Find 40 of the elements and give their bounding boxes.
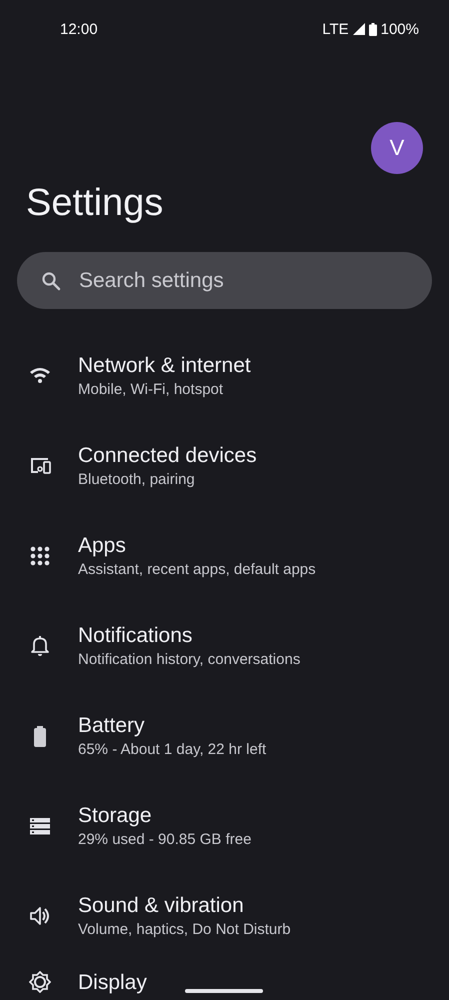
speaker-icon bbox=[29, 905, 51, 927]
avatar[interactable]: V bbox=[371, 122, 423, 174]
item-subtitle: Bluetooth, pairing bbox=[78, 471, 196, 488]
item-subtitle: 29% used - 90.85 GB free bbox=[78, 831, 252, 848]
item-subtitle: Volume, haptics, Do Not Disturb bbox=[78, 921, 291, 938]
item-title: Connected devices bbox=[78, 444, 257, 468]
item-title: Display bbox=[78, 971, 147, 995]
settings-item[interactable]: Display bbox=[0, 961, 449, 1000]
signal-icon bbox=[352, 23, 365, 35]
network-type: LTE bbox=[322, 20, 349, 38]
item-title: Storage bbox=[78, 804, 153, 828]
settings-item[interactable]: Apps Assistant, recent apps, default apps bbox=[0, 511, 449, 601]
apps-grid-icon bbox=[29, 545, 51, 567]
settings-item[interactable]: Notifications Notification history, conversations bbox=[0, 601, 449, 691]
item-title: Network & internet bbox=[78, 354, 251, 378]
item-title: Battery bbox=[78, 714, 146, 738]
settings-item[interactable]: Sound & vibration Volume, haptics, Do Not Disturb bbox=[0, 871, 449, 961]
settings-item[interactable]: Network & internet Mobile, Wi-Fi, hotspot bbox=[0, 331, 449, 421]
settings-item[interactable]: Connected devices Bluetooth, pairing bbox=[0, 421, 449, 511]
item-title: Sound & vibration bbox=[78, 894, 245, 918]
search-bar[interactable]: Search settings bbox=[17, 252, 432, 309]
search-field[interactable]: Search settings bbox=[77, 268, 432, 294]
item-subtitle: Assistant, recent apps, default apps bbox=[78, 561, 316, 578]
home-indicator[interactable] bbox=[185, 989, 263, 993]
bell-icon bbox=[29, 635, 51, 657]
item-subtitle: Mobile, Wi-Fi, hotspot bbox=[78, 381, 224, 398]
settings-item[interactable]: Battery 65% - About 1 day, 22 hr left bbox=[0, 691, 449, 781]
item-subtitle: Notification history, conversations bbox=[78, 651, 300, 668]
devices-icon bbox=[29, 455, 51, 477]
item-title: Apps bbox=[78, 534, 127, 558]
item-subtitle: 65% - About 1 day, 22 hr left bbox=[78, 741, 266, 758]
page-title: Settings bbox=[26, 181, 164, 226]
storage-icon bbox=[29, 815, 51, 837]
item-title: Notifications bbox=[78, 624, 194, 648]
battery-icon bbox=[368, 22, 377, 36]
brightness-icon bbox=[29, 971, 51, 993]
settings-item[interactable]: Storage 29% used - 90.85 GB free bbox=[0, 781, 449, 871]
search-icon bbox=[41, 270, 61, 290]
status-time: 12:00 bbox=[60, 20, 98, 38]
battery-level: 100% bbox=[380, 20, 419, 38]
